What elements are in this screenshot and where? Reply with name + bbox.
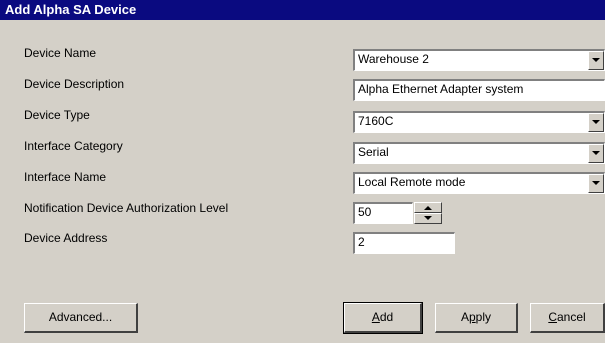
apply-label-post: ply (475, 310, 492, 324)
add-button[interactable]: Add (343, 302, 423, 334)
cancel-mnemonic: C (548, 310, 557, 324)
device-type-value: 7160C (358, 114, 394, 128)
device-description-input[interactable]: Alpha Ethernet Adapter system (353, 79, 605, 101)
interface-name-value: Local Remote mode (358, 175, 466, 189)
device-address-input[interactable]: 2 (353, 232, 455, 254)
dialog-title: Add Alpha SA Device (0, 0, 605, 20)
apply-button[interactable]: Apply (435, 303, 518, 333)
device-description-label: Device Description (24, 77, 125, 91)
chevron-down-icon[interactable] (588, 51, 604, 70)
spin-up-icon[interactable] (414, 202, 442, 213)
cancel-button[interactable]: Cancel (530, 303, 605, 333)
spin-down-icon[interactable] (414, 213, 442, 224)
add-label-post: dd (379, 310, 394, 324)
chevron-down-icon[interactable] (588, 113, 604, 132)
add-mnemonic: A (371, 310, 380, 324)
apply-label-pre: A (460, 310, 469, 324)
device-type-label: Device Type (24, 108, 90, 122)
interface-category-select[interactable]: Serial (353, 142, 605, 164)
device-name-label: Device Name (24, 46, 97, 60)
add-device-dialog: Add Alpha SA Device Device Name Warehous… (0, 0, 605, 343)
notification-level-input[interactable]: 50 (353, 202, 413, 224)
chevron-down-icon[interactable] (588, 174, 604, 193)
device-address-label: Device Address (24, 231, 108, 245)
interface-name-select[interactable]: Local Remote mode (353, 172, 605, 194)
notification-level-spinner[interactable] (414, 202, 442, 224)
advanced-button[interactable]: Advanced... (24, 303, 138, 333)
cancel-label-post: ancel (556, 310, 586, 324)
interface-category-value: Serial (358, 145, 389, 159)
chevron-down-icon[interactable] (588, 144, 604, 163)
interface-category-label: Interface Category (24, 139, 123, 153)
device-type-select[interactable]: 7160C (353, 111, 605, 133)
device-name-value: Warehouse 2 (358, 52, 429, 66)
device-name-select[interactable]: Warehouse 2 (353, 49, 605, 71)
apply-mnemonic: p (468, 310, 476, 324)
notification-level-label: Notification Device Authorization Level (24, 201, 229, 215)
interface-name-label: Interface Name (24, 170, 107, 184)
